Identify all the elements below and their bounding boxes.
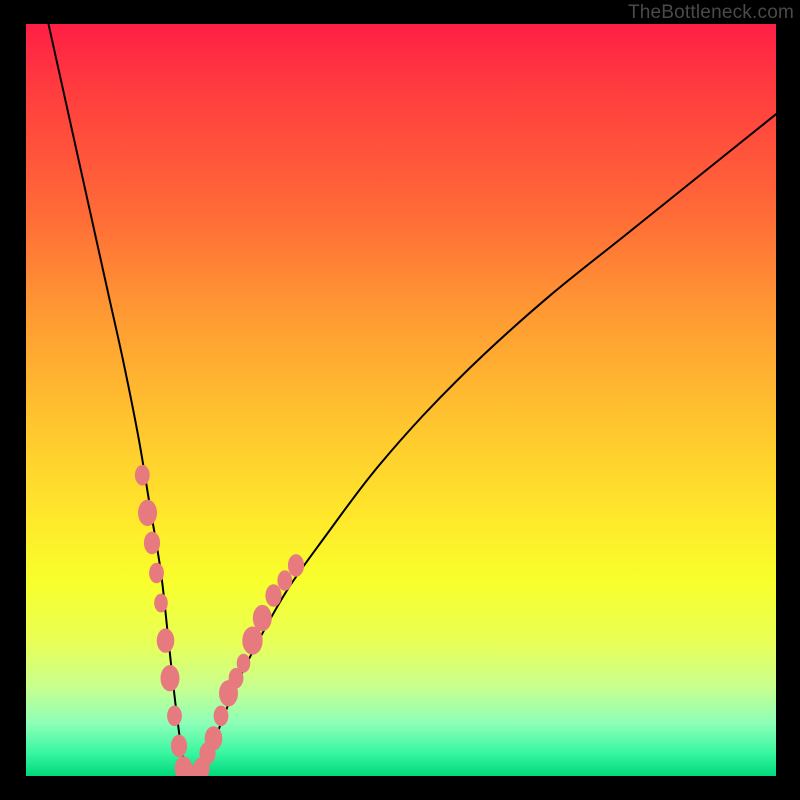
curve-marker bbox=[171, 735, 187, 758]
curve-marker bbox=[138, 500, 157, 526]
curve-marker bbox=[219, 680, 238, 706]
curve-marker bbox=[161, 665, 180, 691]
curve-marker bbox=[253, 605, 272, 631]
curve-marker bbox=[265, 584, 281, 607]
curve-marker bbox=[277, 570, 292, 591]
bottleneck-curve-svg bbox=[26, 24, 776, 776]
curve-marker bbox=[237, 654, 251, 673]
curve-marker bbox=[214, 706, 229, 727]
curve-marker bbox=[242, 627, 262, 655]
curve-marker bbox=[135, 465, 150, 486]
curve-marker bbox=[229, 668, 244, 689]
curve-marker bbox=[167, 706, 182, 727]
watermark-text: TheBottleneck.com bbox=[628, 2, 794, 24]
curve-marker bbox=[180, 765, 196, 776]
curve-markers bbox=[135, 465, 304, 776]
curve-marker bbox=[144, 532, 160, 555]
bottleneck-curve-path bbox=[49, 24, 777, 776]
curve-marker bbox=[149, 563, 164, 584]
curve-marker bbox=[157, 628, 175, 652]
curve-marker bbox=[205, 726, 223, 750]
plot-area bbox=[26, 24, 776, 776]
curve-marker bbox=[154, 594, 168, 613]
curve-marker bbox=[288, 554, 304, 577]
curve-marker bbox=[199, 742, 215, 765]
curve-marker bbox=[187, 765, 203, 776]
curve-marker bbox=[175, 756, 193, 776]
curve-marker bbox=[193, 757, 209, 776]
chart-frame: TheBottleneck.com bbox=[0, 0, 800, 800]
